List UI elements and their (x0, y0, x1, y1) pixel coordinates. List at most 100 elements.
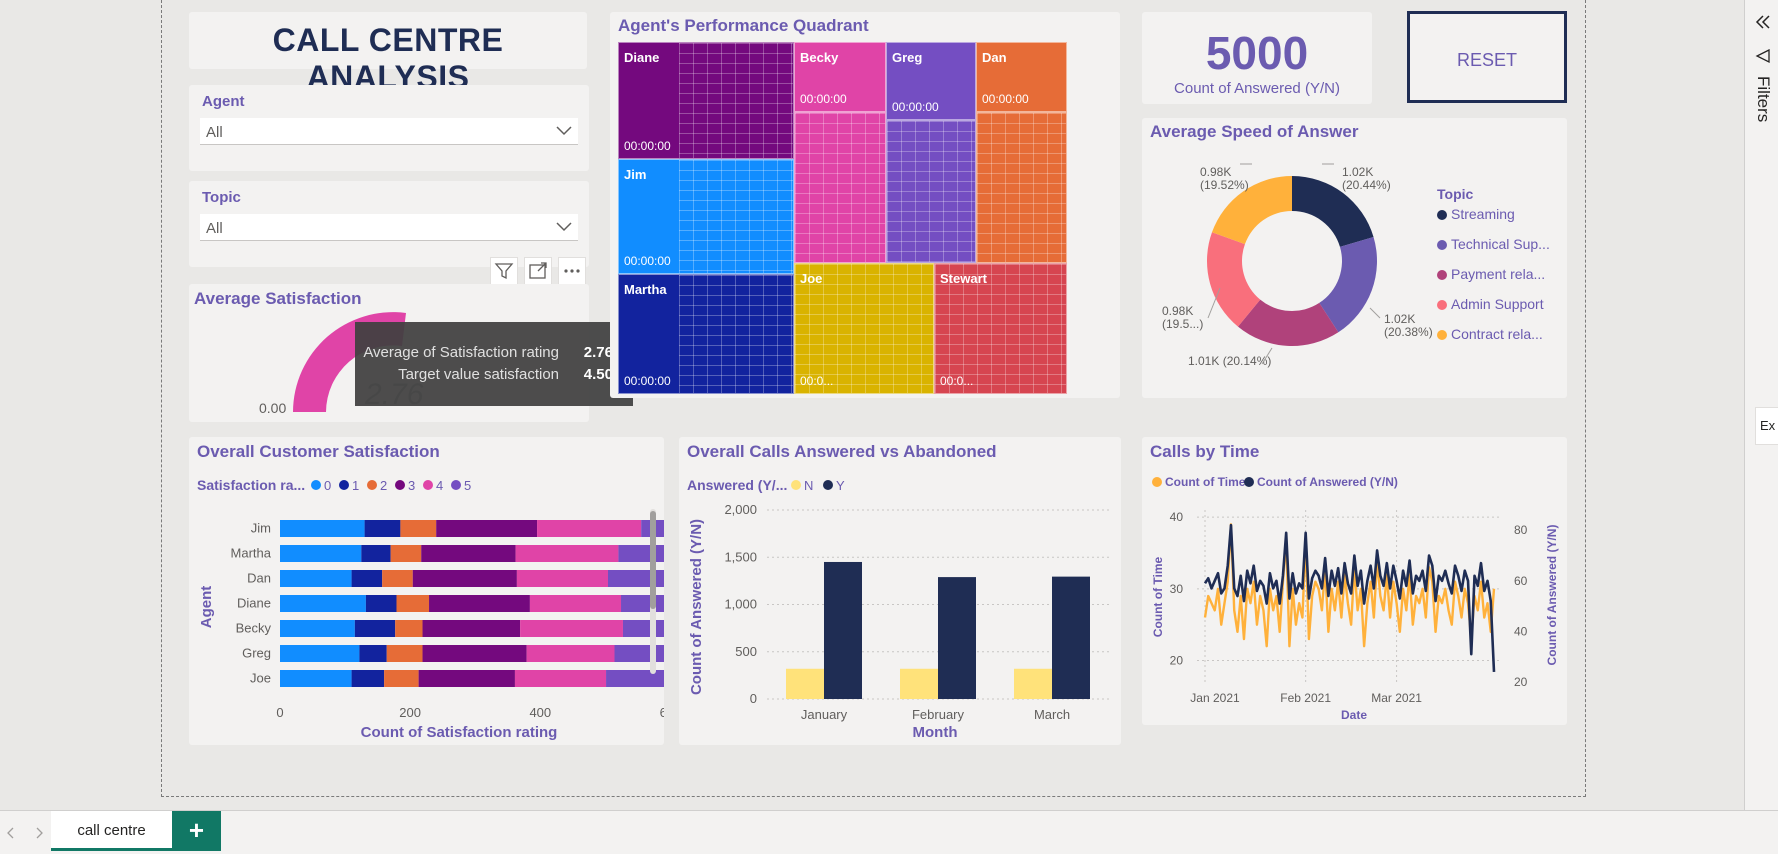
treemap-cell-time: 00:00:00 (982, 92, 1029, 106)
chevron-down-icon (556, 126, 572, 136)
legend-marker (339, 480, 349, 490)
x-tick-label: February (912, 707, 965, 722)
stacked-bar-chart: Satisfaction ra... 0 1 2 3 4 5 Jim Martha Dan Dian… (197, 477, 664, 741)
treemap-cell-martha[interactable]: Martha 00:00:00 (618, 274, 794, 394)
treemap-cell-joe[interactable]: Joe 00:0... (794, 263, 934, 394)
treemap-cell-diane[interactable]: Diane 00:00:00 (618, 42, 794, 159)
stacked-legend-label: 4 (436, 478, 443, 493)
stacked-legend-label: 1 (352, 478, 359, 493)
expand-pane-icon[interactable] (1754, 14, 1772, 30)
topic-dropdown-value: All (206, 220, 223, 237)
line-legend-label: Count of Answered (Y/N) (1257, 475, 1398, 489)
treemap-cell-jim[interactable]: Jim 00:00:00 (618, 159, 794, 274)
treemap-cell-dan[interactable]: Dan 00:00:00 (976, 42, 1067, 112)
stacked-bar-segment (618, 545, 664, 562)
agent-dropdown[interactable]: All (200, 118, 578, 145)
treemap-subcells (679, 275, 793, 393)
add-page-button[interactable]: + (172, 811, 221, 851)
donut-legend-item[interactable]: Payment rela... (1437, 266, 1565, 296)
y-right-tick-label: 20 (1514, 675, 1528, 689)
treemap-cell-greg[interactable]: Greg 00:00:00 (886, 42, 976, 120)
more-options-icon[interactable] (558, 257, 586, 285)
stacked-bar-segment (614, 645, 664, 662)
column-bar (938, 577, 976, 699)
legend-marker (1437, 300, 1447, 310)
legend-marker (395, 480, 405, 490)
focus-mode-icon[interactable] (524, 257, 552, 285)
x-axis-title: Month (913, 724, 958, 741)
tab-call-centre[interactable]: call centre (51, 811, 172, 851)
treemap-subcells (679, 43, 793, 158)
treemap-subcell-block[interactable] (794, 112, 886, 263)
treemap-subcells (887, 121, 975, 262)
donut-data-label: 1.01K (20.14%) (1188, 354, 1271, 368)
y-left-tick-label: 40 (1170, 510, 1184, 524)
stacked-bar-segment (422, 620, 521, 637)
tab-call-centre-label: call centre (77, 822, 146, 839)
stacked-bar-segment (520, 620, 623, 637)
y-tick-label: 1,500 (724, 549, 757, 564)
filters-pane-label[interactable]: Filters (1753, 76, 1773, 122)
treemap-subcell-block[interactable] (886, 120, 976, 263)
donut-legend-item[interactable]: Admin Support (1437, 296, 1565, 326)
reset-button[interactable]: RESET (1407, 11, 1567, 103)
donut-legend-label: Streaming (1451, 206, 1515, 222)
treemap-cell-name: Joe (800, 271, 823, 286)
filter-icon[interactable] (490, 257, 518, 285)
column-bar (1052, 576, 1090, 699)
donut-legend-label: Admin Support (1451, 296, 1544, 312)
stacked-legend-label: 3 (408, 478, 415, 493)
treemap-cell-becky[interactable]: Becky 00:00:00 (794, 42, 886, 112)
stacked-legend-label: 5 (464, 478, 471, 493)
treemap-cell-time: 00:0... (940, 374, 974, 388)
agent-slicer: Agent All (189, 85, 589, 171)
column-bar (786, 668, 824, 699)
stacked-bar-segment (537, 520, 642, 537)
treemap-cell-name: Stewart (940, 271, 987, 286)
y-tick-label: 1,000 (724, 597, 757, 612)
topic-slicer-label: Topic (202, 189, 241, 206)
treemap-cell-time: 00:00:00 (800, 92, 847, 106)
calls-answered-card: Overall Calls Answered vs Abandoned Answ… (679, 437, 1121, 745)
donut-data-label-sub: (19.5...) (1162, 317, 1203, 331)
treemap-cell-name: Greg (892, 50, 923, 65)
topic-dropdown[interactable]: All (200, 214, 578, 241)
column-legend-label: N (804, 478, 813, 493)
y-axis-title: Agent (198, 586, 215, 629)
line-legend-label: Count of Time (1165, 475, 1246, 489)
donut-legend-item[interactable]: Contract rela... (1437, 326, 1565, 356)
chevron-left-icon[interactable] (6, 827, 16, 839)
stacked-bar-segment (400, 520, 437, 537)
x-tick-label: Feb 2021 (1280, 691, 1331, 705)
y-left-tick-label: 30 (1170, 582, 1184, 596)
stacked-bar-segment (526, 645, 615, 662)
treemap-cell-name: Diane (624, 50, 660, 65)
stacked-bar-segment (280, 645, 360, 662)
treemap-cell-time: 00:00:00 (892, 100, 939, 114)
filter-pane-icon[interactable] (1755, 48, 1771, 64)
donut-legend-item[interactable]: Technical Sup... (1437, 236, 1565, 266)
page-tabs-bar: call centre + (0, 810, 1778, 854)
stacked-bar-segment (351, 670, 385, 687)
treemap-cell-stewart[interactable]: Stewart 00:0... (934, 263, 1067, 394)
treemap-subcells (795, 113, 885, 262)
column-chart: Answered (Y/... N Y 0 500 1,000 1,500 2,000 Janu… (687, 477, 1109, 741)
legend-marker (1437, 270, 1447, 280)
export-tab[interactable]: Ex (1755, 407, 1778, 445)
stacked-bar-segment (280, 595, 366, 612)
stacked-bar-segment (412, 570, 517, 587)
treemap-cell-time: 00:00:00 (624, 139, 671, 153)
tooltip-value-2: 4.50 (583, 366, 613, 383)
column-legend-title: Answered (Y/... (687, 477, 787, 493)
stacked-bar-segment (354, 620, 396, 637)
treemap-subcell-block[interactable] (976, 112, 1067, 263)
stacked-bar-segment (436, 520, 538, 537)
legend-marker (1152, 477, 1162, 487)
donut-legend-label: Technical Sup... (1451, 236, 1550, 252)
gauge-tooltip: Average of Satisfaction rating 2.76 Targ… (355, 322, 633, 406)
stacked-bar-segment (280, 545, 362, 562)
donut-legend-item[interactable]: Streaming (1437, 206, 1565, 236)
stacked-bar-segment (395, 620, 423, 637)
donut-data-label-sub: (20.38%) (1384, 325, 1433, 339)
chevron-right-icon[interactable] (34, 827, 44, 839)
